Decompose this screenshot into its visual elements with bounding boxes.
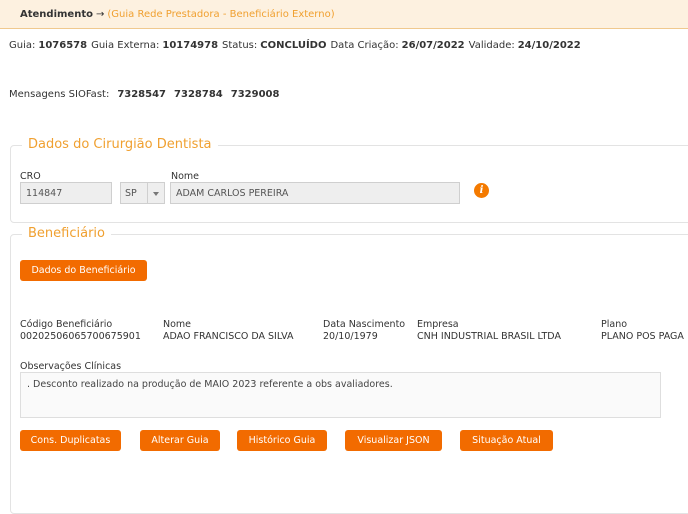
status-value: CONCLUÍDO — [260, 40, 327, 51]
status-label: Status: — [222, 40, 258, 51]
page-title: Atendimento — [20, 8, 93, 20]
dentist-legend: Dados do Cirurgião Dentista — [22, 137, 218, 152]
page-header: Atendimento → (Guia Rede Prestadora - Be… — [0, 0, 688, 29]
uf-value: SP — [125, 187, 137, 199]
guia-externa-label: Guia Externa: — [91, 40, 160, 51]
beneficiary-company-value: CNH INDUSTRIAL BRASIL LTDA — [417, 331, 561, 342]
cro-label: CRO — [20, 171, 41, 182]
siofast-message: 7329008 — [230, 89, 280, 100]
alterar-guia-button[interactable]: Alterar Guia — [140, 430, 220, 451]
beneficiary-legend: Beneficiário — [22, 226, 111, 241]
info-icon[interactable]: i — [474, 183, 489, 198]
beneficiary-company: Empresa CNH INDUSTRIAL BRASIL LTDA — [417, 319, 561, 343]
cro-input[interactable]: 114847 — [20, 182, 112, 204]
duplicatas-button[interactable]: Cons. Duplicatas — [20, 430, 121, 451]
guide-info: Guia: 1076578 Guia Externa: 10174978 Status:… — [9, 40, 585, 51]
siofast-label: Mensagens SIOFast: — [9, 89, 110, 100]
validade-label: Validade: — [468, 40, 515, 51]
dentist-name-input[interactable]: ADAM CARLOS PEREIRA — [170, 182, 460, 204]
beneficiary-birthdate-label: Data Nascimento — [323, 319, 406, 330]
obs-label: Observações Clínicas — [20, 361, 122, 372]
beneficiary-code: Código Beneficiário 0020250606570067590​… — [20, 319, 141, 343]
data-criacao-value: 26/07/2022 — [401, 40, 465, 51]
siofast-message: 7328784 — [174, 89, 223, 100]
beneficiary-code-value: 0020250606570067590​1 — [20, 331, 141, 342]
guia-value: 1076578 — [38, 40, 88, 51]
uf-select[interactable]: SP — [120, 182, 165, 204]
page-subtitle: (Guia Rede Prestadora - Beneficiário Ext… — [107, 8, 335, 20]
beneficiary-plan-label: Plano — [601, 319, 628, 330]
beneficiary-name: Nome ADAO FRANCISCO DA SILVA — [163, 319, 294, 343]
arrow-icon: → — [95, 8, 105, 20]
select-divider — [147, 183, 148, 203]
guia-externa-value: 10174978 — [162, 40, 219, 51]
beneficiary-plan: Plano PLANO POS PAGA — [601, 319, 688, 343]
beneficiary-plan-value: PLANO POS PAGA — [601, 331, 684, 342]
siofast-message: 7328547 — [117, 89, 167, 100]
siofast-messages: Mensagens SIOFast: 7328547 7328784 7329008 — [9, 89, 279, 100]
name-label: Nome — [171, 171, 200, 182]
beneficiary-birthdate: Data Nascimento 20/10/1979 — [323, 319, 405, 343]
visualizar-json-button[interactable]: Visualizar JSON — [345, 430, 442, 451]
beneficiary-name-value: ADAO FRANCISCO DA SILVA — [163, 331, 294, 342]
situacao-atual-button[interactable]: Situação Atual — [460, 430, 553, 451]
historico-guia-button[interactable]: Histórico Guia — [237, 430, 327, 451]
validade-value: 24/10/2022 — [517, 40, 581, 51]
obs-textarea[interactable]: . Desconto realizado na produção de MAIO… — [20, 372, 661, 418]
guia-label: Guia: — [9, 40, 36, 51]
beneficiary-company-label: Empresa — [417, 319, 459, 330]
beneficiary-birthdate-value: 20/10/1979 — [323, 331, 378, 342]
chevron-down-icon — [153, 192, 159, 196]
data-criacao-label: Data Criação: — [330, 40, 399, 51]
beneficiary-details-button[interactable]: Dados do Beneficiário — [20, 260, 147, 281]
beneficiary-name-label: Nome — [163, 319, 192, 330]
beneficiary-code-label: Código Beneficiário — [20, 319, 113, 330]
